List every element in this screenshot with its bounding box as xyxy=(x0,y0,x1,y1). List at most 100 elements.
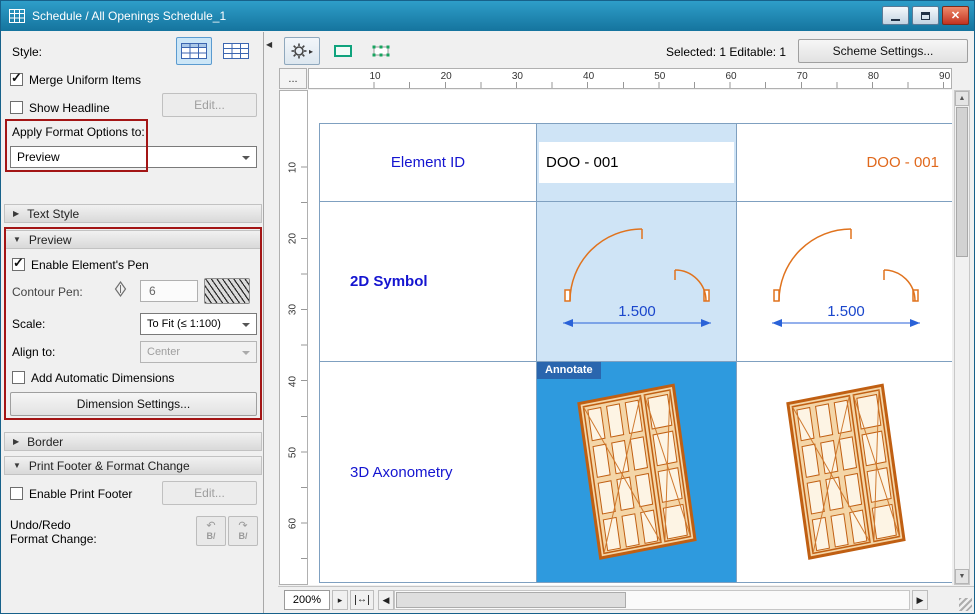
format-options-sidebar: Style: ✓ Merge Uniform Items Show Headli… xyxy=(2,32,264,614)
undo-format-change-button[interactable]: ↶ B/ xyxy=(196,516,226,546)
scroll-down-button[interactable]: ▼ xyxy=(955,569,969,584)
scroll-right-button[interactable]: ▶ xyxy=(912,590,928,610)
ruler-options-button[interactable]: ... xyxy=(279,68,307,89)
cell-element-id-value[interactable]: DOO - 001 xyxy=(737,124,952,202)
merge-uniform-items-checkbox[interactable]: ✓ xyxy=(10,73,23,86)
element-id-value-right: DOO - 001 xyxy=(866,154,939,171)
style-label: Style: xyxy=(12,45,42,59)
chevron-down-icon xyxy=(242,351,250,359)
schedule-window: Schedule / All Openings Schedule_1 ✕ Sty… xyxy=(0,0,975,614)
gear-icon xyxy=(291,43,307,59)
edit-region-tool-button[interactable] xyxy=(366,38,396,64)
ruler-corner-label: ... xyxy=(288,73,297,85)
horizontal-scroll-thumb[interactable] xyxy=(396,592,626,608)
enable-element-pen-checkbox[interactable]: ✓ xyxy=(12,258,25,271)
style-grid-button[interactable] xyxy=(218,37,254,65)
align-to-select[interactable]: Center xyxy=(140,341,257,363)
check-icon: ✓ xyxy=(11,70,22,86)
selection-handles-icon xyxy=(371,44,391,58)
door-2d-symbol: 1.500 xyxy=(758,226,934,338)
redo-format-change-button[interactable]: ↷ B/ xyxy=(228,516,258,546)
cell-element-id-editing[interactable]: DOO - 001 xyxy=(537,124,737,202)
ruler-vertical: 102030405060 xyxy=(279,90,308,585)
schedule-table: Element ID DOO - 001 DOO - 001 2D Symbol xyxy=(319,123,952,583)
section-print-footer[interactable]: ▼ Print Footer & Format Change xyxy=(4,456,262,475)
collapse-sidebar-button[interactable]: ◀ xyxy=(266,40,272,49)
enable-print-footer-label: Enable Print Footer xyxy=(29,487,132,501)
element-id-edit-field[interactable]: DOO - 001 xyxy=(539,142,734,183)
align-to-value: Center xyxy=(147,346,180,358)
left-arrow-icon: ◀ xyxy=(383,595,390,606)
contour-pen-label: Contour Pen: xyxy=(12,285,83,299)
contour-pen-field[interactable]: 6 xyxy=(140,280,198,302)
scroll-left-button[interactable]: ◀ xyxy=(378,590,394,610)
scheme-settings-button[interactable]: Scheme Settings... xyxy=(798,39,968,63)
element-id-label: Element ID xyxy=(391,154,465,171)
marquee-rectangle-icon xyxy=(333,44,353,58)
footer-edit-button[interactable]: Edit... xyxy=(162,481,257,505)
v-ruler-label: 10 xyxy=(288,158,299,178)
cell-2d-symbol-selected[interactable]: 1.500 xyxy=(537,202,737,362)
undo-arrow-icon: ↶ xyxy=(206,521,215,531)
preview-mode-button[interactable]: ▸ xyxy=(284,37,320,65)
vertical-scroll-thumb[interactable] xyxy=(956,107,968,257)
minimize-button[interactable] xyxy=(882,6,909,25)
h-ruler-label: 70 xyxy=(797,71,808,82)
enable-element-pen-label: Enable Element's Pen xyxy=(31,258,149,272)
restore-icon xyxy=(921,12,930,20)
2d-symbol-label: 2D Symbol xyxy=(350,273,428,290)
h-ruler-label: 20 xyxy=(441,71,452,82)
dimension-text: 1.500 xyxy=(827,303,865,320)
cell-2d-symbol-header[interactable]: 2D Symbol xyxy=(320,202,537,362)
cell-3d-axonometry-active[interactable]: Annotate xyxy=(537,362,737,582)
show-headline-checkbox[interactable] xyxy=(10,101,23,114)
h-ruler-label: 80 xyxy=(868,71,879,82)
style-merged-button[interactable] xyxy=(176,37,212,65)
section-border[interactable]: ▶ Border xyxy=(4,432,262,451)
statusbar: 200% ▸ ↔ ◀ ▶ xyxy=(278,586,975,613)
minimize-icon xyxy=(891,19,900,21)
close-button[interactable]: ✕ xyxy=(942,6,969,25)
add-automatic-dimensions-checkbox[interactable] xyxy=(12,371,25,384)
section-text-style[interactable]: ▶ Text Style xyxy=(4,204,262,223)
pen-weight-icon xyxy=(114,281,127,297)
door-3d-axonometry xyxy=(782,379,910,565)
zoom-menu-button[interactable]: ▸ xyxy=(332,590,348,610)
vertical-scrollbar[interactable]: ▲ ▼ xyxy=(954,90,970,585)
cell-2d-symbol-value[interactable]: 1.500 xyxy=(737,202,952,362)
zoom-level-button[interactable]: 200% xyxy=(284,590,330,610)
marquee-tool-button[interactable] xyxy=(328,38,358,64)
table-style-merged-icon xyxy=(181,43,207,59)
fit-in-window-button[interactable]: ↔ xyxy=(350,590,374,610)
play-arrow-icon: ▸ xyxy=(338,595,343,606)
cell-3d-axonometry-header[interactable]: 3D Axonometry xyxy=(320,362,537,582)
v-ruler-label: 40 xyxy=(288,371,299,391)
door-3d-axonometry xyxy=(573,379,701,565)
resize-grip[interactable] xyxy=(959,598,972,611)
door-2d-symbol: 1.500 xyxy=(549,226,725,338)
cell-3d-axonometry-value[interactable] xyxy=(737,362,952,582)
titlebar[interactable]: Schedule / All Openings Schedule_1 ✕ xyxy=(1,1,974,31)
enable-print-footer-checkbox[interactable] xyxy=(10,487,23,500)
scale-select[interactable]: To Fit (≤ 1:100) xyxy=(140,313,257,335)
window-title: Schedule / All Openings Schedule_1 xyxy=(32,9,226,23)
restore-button[interactable] xyxy=(912,6,939,25)
scheme-settings-label: Scheme Settings... xyxy=(833,44,934,58)
scroll-up-button[interactable]: ▲ xyxy=(955,91,969,106)
pen-sample-button[interactable] xyxy=(204,278,250,304)
scale-value: To Fit (≤ 1:100) xyxy=(147,318,221,330)
section-preview[interactable]: ▼ Preview xyxy=(4,230,262,249)
section-border-label: Border xyxy=(27,435,63,449)
cell-element-id-header[interactable]: Element ID xyxy=(320,124,537,202)
dimension-settings-button[interactable]: Dimension Settings... xyxy=(10,392,257,416)
headline-edit-button[interactable]: Edit... xyxy=(162,93,257,117)
expanded-arrow-icon: ▼ xyxy=(13,461,21,470)
horizontal-scrollbar[interactable] xyxy=(394,590,910,610)
align-to-label: Align to: xyxy=(12,345,55,359)
sidebar-splitter[interactable]: ◀ xyxy=(264,32,278,614)
apply-format-select[interactable]: Preview xyxy=(10,146,257,168)
chevron-down-icon xyxy=(242,156,250,164)
contour-pen-value: 6 xyxy=(149,284,156,298)
schedule-content-area: Element ID DOO - 001 DOO - 001 2D Symbol xyxy=(308,90,952,585)
h-ruler-label: 10 xyxy=(369,71,380,82)
